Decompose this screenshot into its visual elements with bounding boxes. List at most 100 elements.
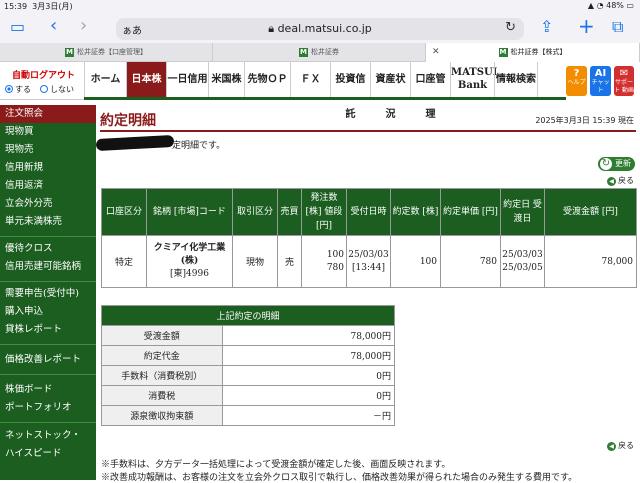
summary-title: 上記約定の明細	[101, 305, 395, 326]
tab-account[interactable]: M 松井証券【口座管理】	[0, 43, 213, 62]
sidebar-item-netstock[interactable]: ネットストック・	[0, 427, 96, 445]
summary-row: 受渡金額 78,000円	[101, 325, 396, 346]
sidebar-item-purchase[interactable]: 購入申込	[0, 303, 96, 321]
sidebar-item-margin-new[interactable]: 信用新規	[0, 159, 96, 177]
sidebar-item-lending-report[interactable]: 貸株レポート	[0, 321, 96, 339]
refresh-button[interactable]: ↻ 更新	[598, 157, 635, 171]
nav-home[interactable]: ホーム	[84, 62, 126, 97]
sidebar-item-margin-repay[interactable]: 信用返済	[0, 177, 96, 195]
nav-account[interactable]: 口座管理	[410, 62, 450, 120]
lock-icon: 🔒︎	[268, 22, 275, 35]
nav-matsui-bank[interactable]: MATSUI Bank	[450, 62, 497, 97]
sidebar-item-price-report[interactable]: 価格改善レポート	[0, 351, 96, 369]
tabs-overview-icon[interactable]: ⧉	[612, 17, 623, 37]
footnote: ※手数料は、夕方データ一括処理によって受渡金額が確定した後、画面反映されます。	[101, 460, 451, 470]
col-header: 銘柄 [市場]コード	[146, 188, 233, 236]
col-header: 売買	[277, 188, 302, 236]
col-header: 口座区分	[101, 188, 147, 236]
back-arrow-icon[interactable]: ‹	[50, 15, 57, 36]
sidebar-item-off-floor[interactable]: 立会外分売	[0, 195, 96, 213]
nav-us-stock[interactable]: 米国株	[208, 62, 244, 97]
sidebar-divider	[0, 281, 96, 282]
sidebar-item-portfolio[interactable]: ポートフォリオ	[0, 399, 96, 417]
back-arrow-icon: ◀	[607, 177, 616, 186]
cell-exec-price: 780	[440, 235, 501, 288]
status-time: 15:39 3月3日(月)	[4, 2, 73, 11]
auto-logout-on[interactable]: する	[5, 84, 31, 95]
auto-logout-off[interactable]: しない	[40, 84, 74, 95]
sidebar-item-odd-lot[interactable]: 単元未満株売	[0, 213, 96, 231]
summary-table: 上記約定の明細 受渡金額 78,000円 約定代金 78,000円 手数料（消費税別…	[101, 305, 396, 426]
cell-account: 特定	[101, 235, 147, 288]
sidebar-divider	[0, 344, 96, 345]
page-note: 定明細です。	[172, 141, 226, 151]
tab-matsui[interactable]: M 松井証券	[213, 43, 426, 62]
sidebar-toggle-icon[interactable]: ▭	[10, 17, 25, 36]
sidebar-divider	[0, 422, 96, 423]
reload-icon[interactable]: ↻	[505, 20, 516, 35]
cell-dates: 25/03/03 25/03/05	[500, 235, 545, 288]
sidebar-item-demand[interactable]: 需要申告(受付中)	[0, 285, 96, 303]
nav-assets[interactable]: 資産状況	[370, 62, 410, 120]
cell-exec-qty: 100	[390, 235, 441, 288]
current-datetime: 2025年3月3日 15:39 現在	[535, 116, 634, 125]
sidebar-item-short-list[interactable]: 信用売建可能銘柄	[0, 258, 96, 276]
sidebar-divider	[0, 236, 96, 237]
summary-row: 約定代金 78,000円	[101, 345, 396, 366]
matsui-logo-icon: M	[498, 48, 508, 57]
status-battery: ▲ ◔ 48% ▭	[587, 1, 634, 10]
sidebar-item-cash-buy[interactable]: 現物買	[0, 123, 96, 141]
redaction-mark	[95, 134, 175, 152]
sidebar: 注文照会 現物買 現物売 信用新規 信用返済 立会外分売 単元未満株売 優待クロ…	[0, 105, 96, 480]
back-arrow-icon: ◀	[607, 442, 616, 451]
main-nav: ホーム 日本株 一日信用 米国株 先物ＯＰ ＦＸ 投資信託 資産状況 口座管理 …	[84, 62, 566, 120]
sidebar-item-order-inquiry[interactable]: 注文照会	[0, 105, 96, 123]
back-link-bottom[interactable]: ◀ 戻る	[607, 440, 634, 451]
execution-table: 口座区分 銘柄 [市場]コード 取引区分 売買 発注数 [株] 値段[円] 受付…	[101, 188, 637, 288]
new-tab-icon[interactable]: +	[578, 14, 595, 38]
ai-chat-button[interactable]: AI チャット	[590, 66, 611, 96]
col-header: 約定数 [株]	[390, 188, 441, 236]
nav-fx[interactable]: ＦＸ	[290, 62, 330, 97]
nav-japan-stock[interactable]: 日本株	[126, 62, 166, 97]
auto-logout: 自動ログアウト する しない	[0, 62, 84, 100]
back-link-top[interactable]: ◀ 戻る	[607, 175, 634, 186]
tab-stock[interactable]: ✕ M 松井証券【株式】	[426, 43, 640, 62]
sidebar-item-cash-sell[interactable]: 現物売	[0, 141, 96, 159]
cell-kind: 現物	[232, 235, 278, 288]
summary-row: 源泉徴収拘束額 －円	[101, 405, 396, 426]
sidebar-item-board[interactable]: 株価ボード	[0, 381, 96, 399]
help-button[interactable]: ? ヘルプ	[566, 66, 587, 96]
share-icon[interactable]: ⇪	[540, 17, 553, 36]
sidebar-item-benefit-cross[interactable]: 優待クロス	[0, 240, 96, 258]
forward-arrow-icon[interactable]: ›	[80, 15, 87, 36]
nav-futures[interactable]: 先物ＯＰ	[244, 62, 290, 97]
matsui-logo-icon: M	[299, 48, 308, 57]
tab-strip: M 松井証券【口座管理】 M 松井証券 ✕ M 松井証券【株式】	[0, 43, 640, 62]
summary-row: 手数料（消費税別） 0円	[101, 365, 396, 386]
col-header: 約定日 受渡日	[500, 188, 545, 236]
cell-received: 25/03/03 [13:44]	[346, 235, 391, 288]
footnote: ※改善成功報酬は、お客様の注文を立会外クロス取引で執行し、価格改善効果が得られた…	[101, 473, 578, 483]
nav-funds[interactable]: 投資信託	[330, 62, 370, 120]
cell-amount: 78,000	[544, 235, 637, 288]
issue-name[interactable]: クミアイ化学工業 (株)	[147, 242, 232, 268]
address-bar[interactable]: ぁあ 🔒︎ deal.matsui.co.jp ↻	[116, 18, 524, 40]
close-tab-icon[interactable]: ✕	[432, 43, 440, 62]
col-header: 受渡金額 [円]	[544, 188, 637, 236]
matsui-logo-icon: M	[65, 48, 74, 57]
browser-toolbar: ▭ ‹ › ぁあ 🔒︎ deal.matsui.co.jp ↻ ⇪ + ⧉	[0, 13, 640, 43]
cell-issue: クミアイ化学工業 (株) [東]4996	[146, 235, 233, 288]
refresh-icon: ↻	[600, 158, 612, 170]
auto-logout-label: 自動ログアウト	[12, 71, 76, 81]
issue-code: [東]4996	[170, 269, 209, 279]
nav-search[interactable]: 情報検索	[494, 62, 538, 97]
sidebar-item-highspeed[interactable]: ハイスピード	[0, 445, 96, 463]
summary-row: 消費税 0円	[101, 385, 396, 406]
sidebar-divider	[0, 374, 96, 375]
title-rule	[100, 130, 636, 132]
cell-side: 売	[277, 235, 302, 288]
support-video-button[interactable]: ✉ サポート 動画	[614, 66, 634, 96]
nav-day-margin[interactable]: 一日信用	[166, 62, 208, 97]
page-title: 約定明細	[100, 113, 156, 129]
